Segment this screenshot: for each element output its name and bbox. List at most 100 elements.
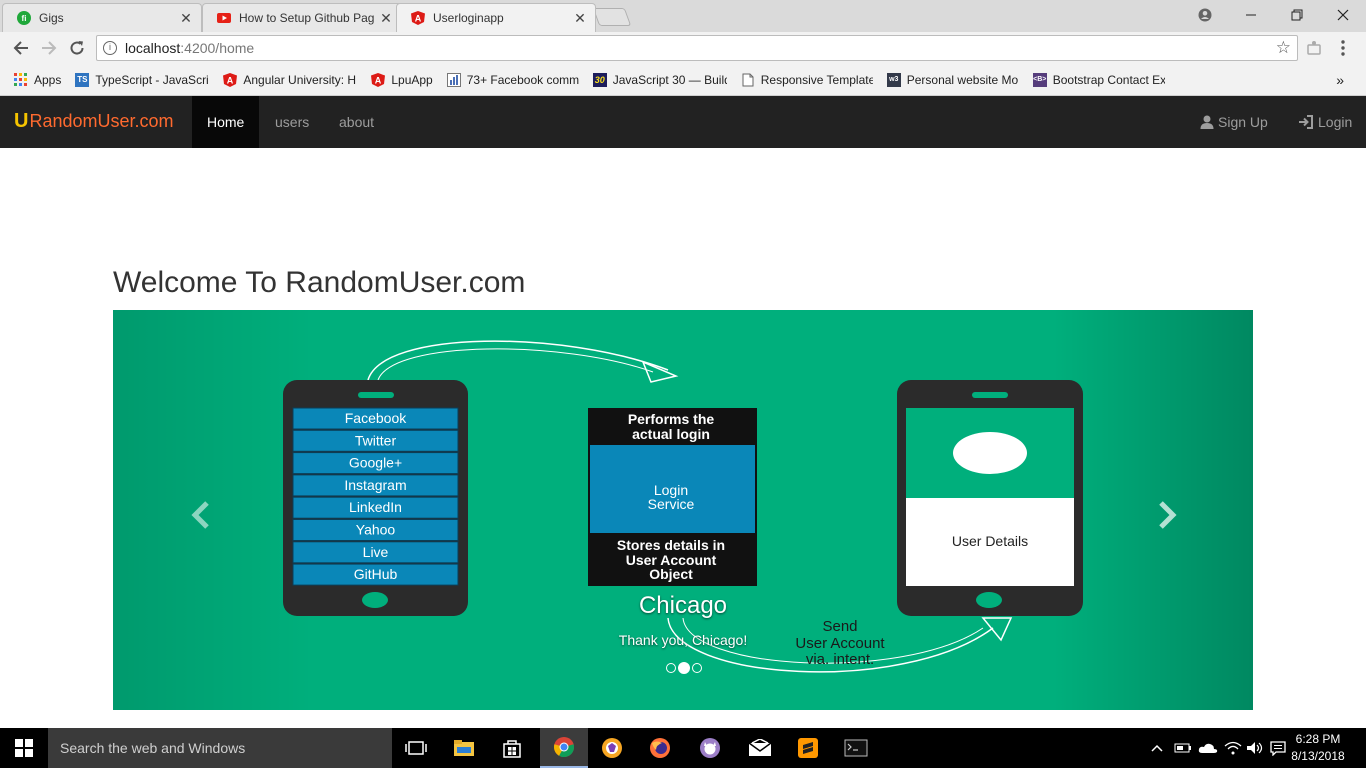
nav-about[interactable]: about — [324, 96, 389, 148]
carousel-indicator-3[interactable] — [692, 663, 702, 673]
bookmark-javascript30[interactable]: 30 JavaScript 30 — Build — [592, 72, 727, 87]
github-desktop-icon[interactable] — [686, 728, 734, 768]
terminal-icon[interactable] — [832, 728, 880, 768]
w3-icon: w3 — [886, 72, 901, 87]
carousel-indicator-2[interactable] — [678, 662, 690, 674]
bookmark-personal-website[interactable]: w3 Personal website Mo — [886, 72, 1019, 87]
url-path: :4200/home — [180, 40, 255, 56]
profile-icon[interactable] — [1182, 0, 1228, 30]
bookmark-label: JavaScript 30 — Build — [612, 72, 727, 87]
brand-u: U — [14, 110, 29, 132]
task-view-icon[interactable] — [392, 728, 440, 768]
carousel: Facebook Twitter Google+ Instagram LinkedIn Y… — [113, 310, 1253, 710]
windows-taskbar: Search the web and Windows 6:28 PM 8/13/… — [0, 728, 1366, 768]
browser-tab-strip: fi Gigs ✕ How to Setup Github Pag ✕ A Us… — [0, 0, 1366, 32]
bookmark-star-icon[interactable]: ☆ — [1276, 38, 1291, 58]
tab-github-pages-video[interactable]: How to Setup Github Pag ✕ — [202, 3, 402, 32]
bookmark-angular-university[interactable]: A Angular University: H — [223, 72, 357, 87]
bookmark-label: LpuApp — [391, 72, 433, 87]
clock-date: 8/13/2018 — [1291, 749, 1345, 763]
carousel-next-icon[interactable] — [1151, 500, 1181, 530]
restore-icon[interactable] — [1274, 0, 1320, 30]
back-arrow-icon[interactable] — [9, 36, 33, 60]
signup-link[interactable]: Sign Up — [1200, 96, 1268, 148]
gigs-icon: fi — [17, 11, 31, 25]
provider-label: Facebook — [345, 410, 407, 426]
reload-icon[interactable] — [65, 36, 89, 60]
provider-label: Google+ — [349, 455, 402, 471]
provider-label: Instagram — [344, 477, 406, 493]
minimize-icon[interactable] — [1228, 0, 1274, 30]
store-icon[interactable] — [488, 728, 536, 768]
close-tab-icon[interactable]: ✕ — [573, 10, 587, 27]
bookmark-typescript[interactable]: TS TypeScript - JavaScrip — [75, 72, 209, 87]
more-bookmarks-button[interactable]: » — [1336, 72, 1344, 88]
angular-icon: A — [411, 11, 425, 25]
page-title: Welcome To RandomUser.com — [113, 266, 526, 299]
nav-home[interactable]: Home — [192, 96, 260, 148]
provider-label: GitHub — [354, 566, 398, 582]
taskbar-search-input[interactable]: Search the web and Windows — [48, 728, 392, 768]
clock-time: 6:28 PM — [1295, 732, 1341, 746]
bookmark-apps[interactable]: Apps — [14, 72, 61, 87]
bookmarks-bar: Apps TS TypeScript - JavaScrip A Angular… — [0, 64, 1366, 96]
nav-users[interactable]: users — [260, 96, 324, 148]
service-mid-line-2: Service — [648, 496, 695, 512]
close-tab-icon[interactable]: ✕ — [179, 10, 193, 27]
battery-icon[interactable] — [1174, 728, 1192, 768]
app-navbar: U RandomUser.com Home users about Sign Up… — [0, 96, 1366, 148]
caption-title: Chicago — [638, 592, 728, 619]
windows-start-icon[interactable] — [0, 728, 48, 768]
bookmark-lpuapp[interactable]: A LpuApp — [371, 72, 433, 87]
url-input[interactable]: i localhost:4200/home ☆ — [96, 35, 1298, 61]
left-phone: Facebook Twitter Google+ Instagram LinkedIn Y… — [283, 380, 468, 616]
sublime-text-icon[interactable] — [784, 728, 832, 768]
file-explorer-icon[interactable] — [440, 728, 488, 768]
page-icon — [741, 73, 755, 87]
bootstrap-icon: <B> — [1032, 72, 1047, 87]
show-hidden-icons[interactable] — [1150, 728, 1164, 768]
provider-label: Live — [363, 544, 389, 560]
user-details-label: User Details — [952, 533, 1028, 549]
login-link[interactable]: Login — [1298, 96, 1352, 148]
close-window-icon[interactable] — [1320, 0, 1366, 30]
provider-label: LinkedIn — [349, 499, 402, 515]
action-center-icon[interactable] — [1270, 728, 1286, 768]
carousel-indicators — [665, 662, 703, 674]
chrome-taskbar-icon[interactable] — [540, 728, 588, 768]
brand-text: RandomUser.com — [29, 111, 174, 131]
volume-icon[interactable] — [1246, 728, 1264, 768]
send-line-2: User Account — [795, 635, 885, 652]
taskbar-clock[interactable]: 6:28 PM 8/13/2018 — [1288, 731, 1348, 765]
bookmark-facebook-comments[interactable]: 73+ Facebook comm — [446, 72, 579, 87]
send-line-3: via. intent. — [806, 651, 874, 668]
service-top-line-1: Performs the — [628, 411, 715, 427]
tab-title: How to Setup Github Pag — [239, 11, 375, 25]
extension-icon[interactable] — [1303, 36, 1327, 60]
caption-text: Thank you, Chicago! — [618, 632, 748, 648]
forward-arrow-icon[interactable] — [37, 36, 61, 60]
firefox-icon[interactable] — [636, 728, 684, 768]
carousel-indicator-1[interactable] — [666, 663, 676, 673]
info-icon[interactable]: i — [103, 41, 117, 55]
chrome-menu-icon[interactable] — [1331, 36, 1355, 60]
tab-userloginapp[interactable]: A Userloginapp ✕ — [396, 3, 596, 32]
wifi-icon[interactable] — [1224, 728, 1242, 768]
new-tab-button[interactable] — [592, 8, 632, 26]
brave-browser-icon[interactable] — [588, 728, 636, 768]
close-tab-icon[interactable]: ✕ — [379, 10, 393, 27]
tab-title: Userloginapp — [433, 11, 504, 25]
mail-icon[interactable] — [736, 728, 784, 768]
signup-label: Sign Up — [1218, 114, 1268, 130]
login-flow-illustration: Facebook Twitter Google+ Instagram LinkedIn Y… — [283, 340, 1083, 673]
bookmark-bootstrap-contact[interactable]: <B> Bootstrap Contact Ex — [1032, 72, 1165, 87]
tab-gigs[interactable]: fi Gigs ✕ — [2, 3, 202, 32]
login-service-box: Performs the actual login Login Service … — [588, 408, 757, 586]
svg-text:A: A — [415, 14, 422, 24]
svg-text:A: A — [375, 75, 382, 85]
bookmark-responsive-template[interactable]: Responsive Template — [741, 73, 873, 87]
js30-icon: 30 — [592, 72, 607, 87]
onedrive-icon[interactable] — [1198, 728, 1218, 768]
brand-logo[interactable]: U RandomUser.com — [14, 110, 174, 133]
carousel-prev-icon[interactable] — [187, 500, 217, 530]
